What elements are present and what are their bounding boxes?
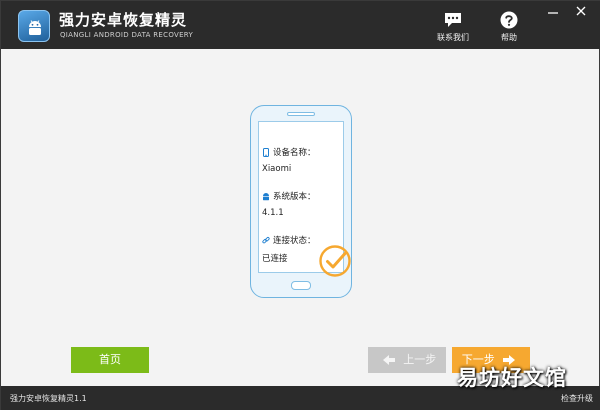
app-window: 强力安卓恢复精灵 QIANGLI ANDROID DATA RECOVERY 联… <box>0 0 600 410</box>
app-title: 强力安卓恢复精灵 <box>59 11 188 29</box>
home-button[interactable]: 首页 <box>71 347 149 373</box>
system-version-label: 系统版本： <box>273 192 316 202</box>
device-info-panel: 设备名称： Xiaomi 系统版本： 4.1.1 连接状态： 已连接 <box>258 121 351 277</box>
previous-step-button[interactable]: 上一步 <box>368 347 446 373</box>
device-name-row: 设备名称： Xiaomi <box>262 146 316 174</box>
title-bar: 强力安卓恢复精灵 QIANGLI ANDROID DATA RECOVERY 联… <box>1 1 600 49</box>
chat-bubble-icon <box>445 13 461 27</box>
link-icon <box>262 236 270 243</box>
system-version-value: 4.1.1 <box>262 208 284 218</box>
system-version-row: 系统版本： 4.1.1 <box>262 190 316 218</box>
close-icon[interactable] <box>575 5 587 17</box>
device-phone-graphic: 设备名称： Xiaomi 系统版本： 4.1.1 连接状态： 已连接 <box>250 105 352 298</box>
connection-status-label: 连接状态： <box>273 236 316 246</box>
question-circle-icon <box>500 11 518 29</box>
device-name-value: Xiaomi <box>262 164 292 174</box>
connection-status-row: 连接状态： 已连接 <box>262 234 316 264</box>
phone-speaker <box>287 112 315 116</box>
arrow-left-icon <box>382 355 395 365</box>
checkmark-circle-icon <box>319 245 351 277</box>
minimize-icon[interactable] <box>547 5 559 17</box>
app-version-text: 强力安卓恢复精灵1.1 <box>10 394 87 403</box>
check-update-link[interactable]: 检查升级 <box>561 393 593 404</box>
help-label: 帮助 <box>501 33 517 42</box>
connection-status-value: 已连接 <box>262 254 288 264</box>
help-button[interactable]: 帮助 <box>487 11 531 43</box>
contact-us-label: 联系我们 <box>437 33 469 42</box>
previous-step-label: 上一步 <box>403 353 437 366</box>
android-logo-icon <box>18 10 50 42</box>
home-button-label: 首页 <box>99 353 121 366</box>
phone-home-button <box>291 281 311 290</box>
app-subtitle: QIANGLI ANDROID DATA RECOVERY <box>60 31 194 39</box>
device-name-label: 设备名称： <box>273 148 316 158</box>
phone-icon <box>263 147 269 157</box>
watermark-text: 易坊好文馆 <box>457 366 567 390</box>
android-icon <box>263 192 269 200</box>
contact-us-button[interactable]: 联系我们 <box>431 11 475 43</box>
